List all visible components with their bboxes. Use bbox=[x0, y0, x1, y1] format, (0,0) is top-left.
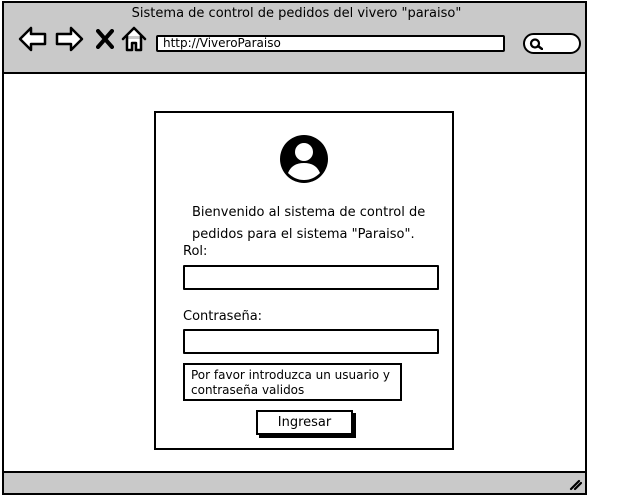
close-icon[interactable] bbox=[96, 29, 114, 49]
password-label: Contraseña: bbox=[183, 309, 263, 324]
browser-toolbar: Sistema de control de pedidos del vivero… bbox=[4, 3, 585, 74]
welcome-message: Bienvenido al sistema de control de pedi… bbox=[192, 205, 426, 242]
forward-arrow-icon[interactable] bbox=[54, 26, 84, 52]
rol-input[interactable] bbox=[183, 265, 439, 290]
search-field[interactable] bbox=[523, 33, 581, 54]
login-panel: Bienvenido al sistema de control de pedi… bbox=[154, 111, 454, 450]
resize-grip-icon[interactable] bbox=[568, 477, 582, 491]
user-avatar-icon bbox=[280, 135, 328, 183]
window-title: Sistema de control de pedidos del vivero… bbox=[131, 6, 462, 21]
ingresar-button[interactable]: Ingresar bbox=[256, 410, 353, 435]
search-icon bbox=[529, 38, 543, 50]
password-input[interactable] bbox=[183, 329, 439, 354]
rol-label: Rol: bbox=[183, 244, 208, 259]
browser-window: Sistema de control de pedidos del vivero… bbox=[2, 1, 587, 495]
status-bar bbox=[4, 471, 585, 493]
back-arrow-icon[interactable] bbox=[18, 26, 48, 52]
home-icon[interactable] bbox=[121, 26, 147, 52]
validation-message: Por favor introduzca un usuario y contra… bbox=[183, 363, 402, 401]
address-bar[interactable]: http://ViveroParaiso bbox=[156, 35, 505, 52]
